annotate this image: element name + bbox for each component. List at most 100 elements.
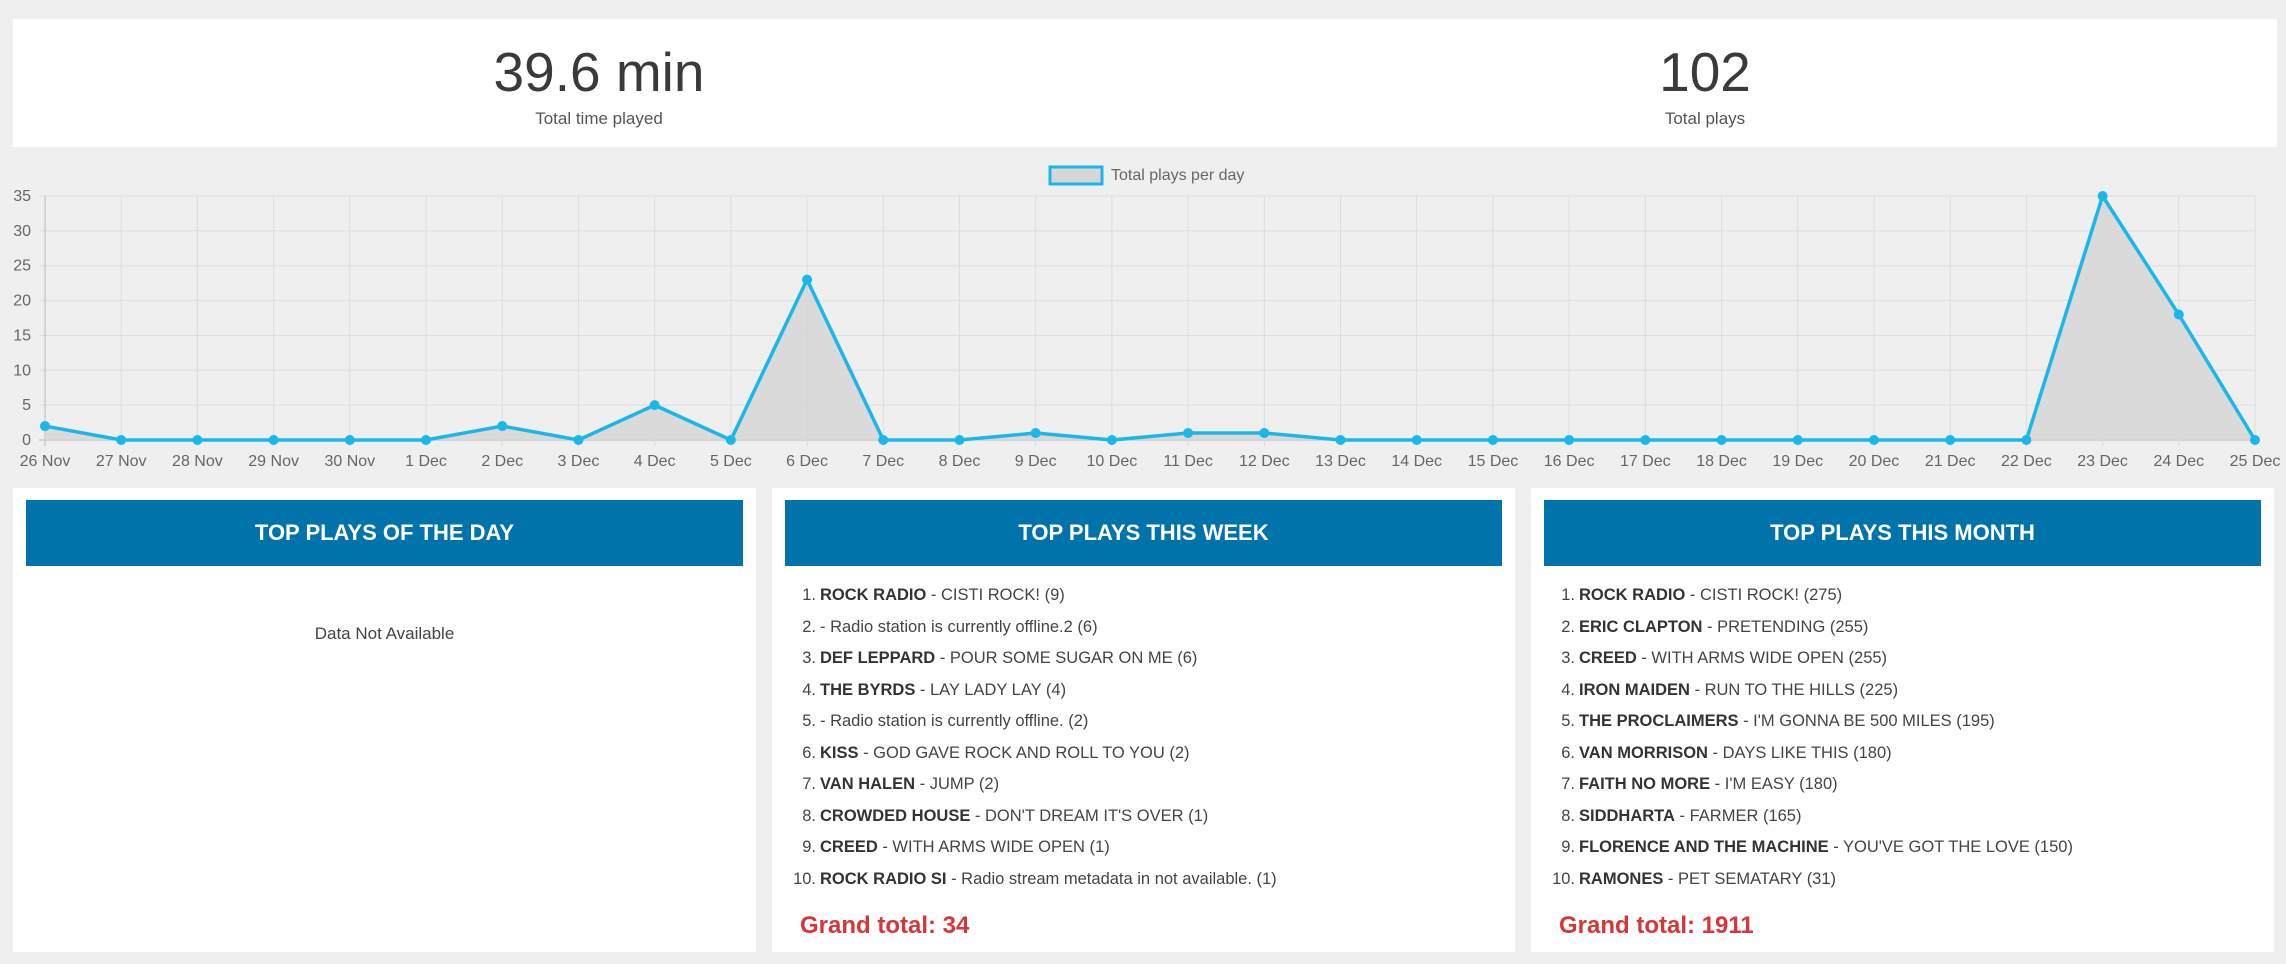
list-item-title: - WITH ARMS WIDE OPEN (255) [1636,649,1888,667]
x-tick-label: 25 Dec [2230,453,2281,470]
data-point[interactable] [2021,435,2032,445]
list-item-artist: VAN HALEN [820,775,916,793]
list-item-number: 3. [802,649,816,667]
x-tick-label: 2 Dec [481,453,523,470]
week-grand-total: Grand total: 34 [800,912,970,939]
list-item-artist: IRON MAIDEN [1579,680,1690,699]
x-tick-label: 15 Dec [1468,453,1519,470]
data-point[interactable] [1335,435,1346,445]
list-item: 2. ERIC CLAPTON - PRETENDING (255) [1561,612,2259,644]
x-tick-label: 11 Dec [1163,453,1213,470]
list-item-number: 6. [1561,743,1575,762]
data-point[interactable] [878,435,889,445]
data-point[interactable] [1792,435,1803,445]
list-item-number: 6. [802,743,816,762]
data-point[interactable] [268,435,279,445]
month-grand-total: Grand total: 1911 [1559,912,1754,939]
y-tick-label: 10 [13,362,31,379]
x-tick-label: 24 Dec [2153,453,2204,470]
list-item-artist: ROCK RADIO SI [820,869,947,888]
card-day-title: TOP PLAYS OF THE DAY [26,500,743,566]
data-point[interactable] [573,435,584,445]
data-point[interactable] [1640,435,1651,445]
x-tick-label: 16 Dec [1544,453,1595,470]
list-item-artist: ROCK RADIO [820,586,927,604]
data-point[interactable] [1716,435,1727,445]
y-tick-label: 0 [22,432,31,449]
list-item-artist: ERIC CLAPTON [1579,617,1703,636]
list-item-number: 9. [1561,838,1575,856]
x-tick-label: 18 Dec [1696,453,1747,470]
x-tick-label: 9 Dec [1015,453,1057,470]
list-item-title: - Radio station is currently offline. (2… [820,712,1089,730]
list-item: 9. CREED - WITH ARMS WIDE OPEN (1) [802,832,1500,864]
data-point[interactable] [725,435,736,445]
list-item-number: 5. [1561,712,1575,730]
y-tick-label: 20 [13,293,31,310]
x-tick-label: 13 Dec [1315,453,1366,470]
data-point[interactable] [1259,428,1270,439]
list-item-title: - CISTI ROCK! (275) [1685,586,1843,604]
x-tick-label: 28 Nov [172,453,223,470]
list-item: 6. KISS - GOD GAVE ROCK AND ROLL TO YOU (… [802,738,1500,770]
list-item: 2. - Radio station is currently offline.2… [802,612,1500,644]
list-item-title: - DAYS LIKE THIS (180) [1707,743,1892,762]
list-item-number: 10. [793,869,816,888]
y-tick-label: 25 [13,258,31,275]
list-item-title: - WITH ARMS WIDE OPEN (1) [877,838,1110,856]
stats-panel: 39.6 min Total time played 102 Total pla… [13,19,2277,147]
list-item: 8. CROWDED HOUSE - DON'T DREAM IT'S OVER … [802,801,1500,833]
list-item-number: 7. [1561,775,1575,793]
chart-legend[interactable]: Total plays per day [1048,165,1244,186]
chart-grid [39,195,2256,446]
data-point[interactable] [192,435,203,445]
list-item-number: 3. [1561,649,1575,667]
list-item: 1. ROCK RADIO - CISTI ROCK! (9) [802,580,1500,612]
data-point[interactable] [421,435,432,445]
x-tick-label: 19 Dec [1772,453,1823,470]
data-point[interactable] [802,274,813,285]
list-item-number: 5. [802,712,816,730]
data-point[interactable] [497,421,508,432]
x-tick-label: 20 Dec [1849,453,1900,470]
data-point[interactable] [1487,435,1498,445]
x-tick-label: 3 Dec [558,453,600,470]
data-point[interactable] [1030,428,1041,439]
x-tick-label: 29 Nov [248,453,299,470]
data-point[interactable] [116,435,127,445]
list-item-artist: ROCK RADIO [1579,586,1686,604]
y-tick-label: 5 [22,397,31,414]
series-area [45,196,2255,440]
list-item: 7. FAITH NO MORE - I'M EASY (180) [1561,769,2259,801]
data-point[interactable] [2097,191,2108,201]
data-point[interactable] [2250,435,2260,445]
list-item-number: 1. [1561,586,1575,604]
data-point[interactable] [954,435,965,445]
list-item-artist: KISS [820,743,859,762]
x-tick-label: 4 Dec [634,453,676,470]
data-point[interactable] [1106,435,1117,445]
list-item: 4. THE BYRDS - LAY LADY LAY (4) [802,675,1500,707]
data-point[interactable] [1945,435,1956,445]
x-tick-label: 12 Dec [1239,453,1290,470]
data-point[interactable] [40,421,50,432]
data-point[interactable] [344,435,355,445]
card-week-title: TOP PLAYS THIS WEEK [785,500,1502,566]
list-item-artist: FLORENCE AND THE MACHINE [1579,838,1829,856]
list-item-title: - CISTI ROCK! (9) [926,586,1065,604]
list-item-title: - RUN TO THE HILLS (225) [1689,680,1899,699]
data-point[interactable] [1868,435,1879,445]
list-item: 9. FLORENCE AND THE MACHINE - YOU'VE GOT … [1561,832,2259,864]
data-point[interactable] [2173,309,2184,320]
x-tick-label: 1 Dec [405,453,447,470]
list-item: 5. - Radio station is currently offline. … [802,706,1500,738]
data-point[interactable] [1183,428,1194,439]
data-point[interactable] [649,400,660,411]
list-item: 8. SIDDHARTA - FARMER (165) [1561,801,2259,833]
data-point[interactable] [1564,435,1575,445]
y-axis-ticks: 0 5 10 15 20 25 30 35 [13,188,31,449]
list-item-artist: THE PROCLAIMERS [1579,712,1739,730]
data-point[interactable] [1411,435,1422,445]
y-tick-label: 35 [13,188,31,205]
stat-time-value: 39.6 min [493,41,705,103]
